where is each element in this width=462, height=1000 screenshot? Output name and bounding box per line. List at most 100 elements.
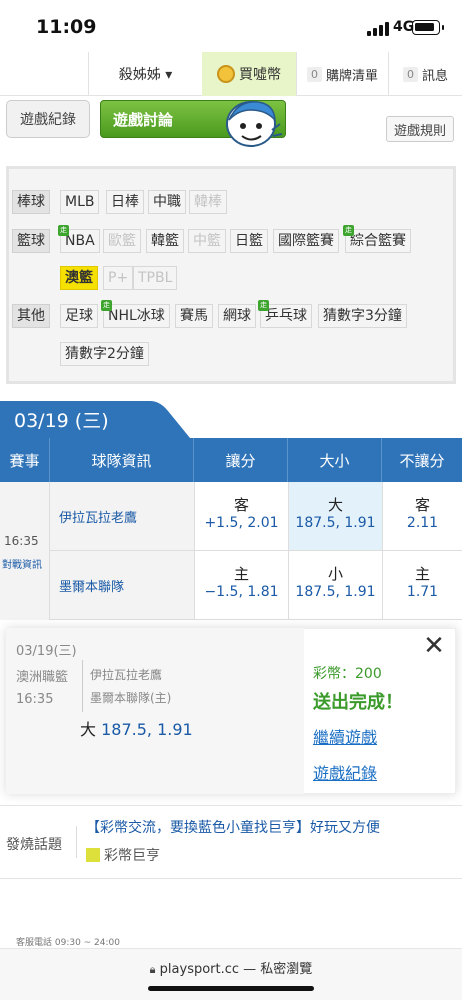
popup-divider: [82, 660, 83, 712]
category-mlb[interactable]: MLB: [60, 190, 100, 214]
hot-topic-author[interactable]: 彩幣巨亨: [104, 845, 160, 865]
category-guess-3min[interactable]: 猜數字3分鐘: [318, 304, 407, 328]
odds-spread-away[interactable]: 客 +1.5, 2.01: [194, 482, 288, 551]
category-nhl[interactable]: 走 NHL冰球: [101, 300, 170, 328]
hot-topic-divider: [76, 826, 77, 858]
odds-value: 187.5, 1.91: [295, 515, 376, 531]
category-kbl[interactable]: 韓籃: [146, 229, 184, 253]
odds-label: 大: [327, 496, 343, 514]
odds-value: 187.5, 1.91: [295, 584, 376, 600]
category-intl-basketball[interactable]: 國際籃賽: [273, 229, 339, 253]
odds-label: 主: [233, 565, 249, 583]
popup-pick-label: 大: [80, 720, 97, 739]
odds-label: 小: [327, 565, 343, 583]
odds-label: 客: [414, 496, 430, 514]
status-time: 11:09: [36, 16, 97, 38]
user-menu-label: 殺姊姊 ▾: [118, 67, 173, 83]
live-badge: 走: [58, 225, 69, 236]
match-time: 16:35: [4, 534, 39, 548]
lock-icon: 🔒︎: [149, 963, 156, 976]
browser-url-label: playsport.cc — 私密瀏覽: [159, 962, 313, 977]
popup-pick: 大 187.5, 1.91: [80, 716, 193, 740]
odds-label: 主: [414, 565, 430, 583]
cart-count: 0: [306, 66, 322, 82]
coin-balance: 彩幣：200: [313, 666, 382, 682]
odds-total-under[interactable]: 小 187.5, 1.91: [288, 551, 382, 620]
odds-total-over[interactable]: 大 187.5, 1.91: [288, 482, 382, 551]
hot-topic-label: 發燒話題: [6, 837, 62, 853]
header-moneyline: 不讓分: [399, 451, 445, 470]
popup-date: 03/19(三): [16, 644, 77, 659]
category-tpbl[interactable]: TPBL: [133, 266, 178, 290]
continue-game-link[interactable]: 繼續遊戲: [313, 724, 377, 748]
popup-league: 澳洲職籃: [16, 670, 69, 685]
home-indicator: [148, 986, 314, 991]
messages-label: 訊息: [421, 68, 448, 84]
category-table-tennis-label: 乒乓球: [265, 308, 307, 324]
game-rules-button[interactable]: 遊戲規則: [386, 116, 454, 142]
team-home[interactable]: 墨爾本聯隊: [50, 551, 194, 620]
browser-url[interactable]: 🔒︎ playsport.cc — 私密瀏覽: [0, 958, 462, 977]
category-table-tennis[interactable]: 走 乒乓球: [258, 300, 312, 328]
close-icon[interactable]: ✕: [416, 630, 452, 662]
buy-coins-button[interactable]: 買噓幣: [202, 52, 296, 96]
team-home-label: 墨爾本聯隊: [59, 579, 125, 595]
header-team-info: 球隊資訊: [50, 438, 194, 482]
messages-link[interactable]: 0 訊息: [388, 52, 462, 96]
odds-value: −1.5, 1.81: [204, 584, 279, 600]
submit-success: 送出完成！: [313, 692, 403, 713]
buy-coins-label: 買噓幣: [239, 67, 281, 83]
team-away[interactable]: 伊拉瓦拉老鷹: [50, 482, 194, 551]
header-spread: 讓分: [194, 438, 288, 482]
odds-value: +1.5, 2.01: [204, 515, 279, 531]
header-total: 大小: [288, 438, 382, 482]
odds-moneyline-home[interactable]: 主 1.71: [382, 551, 462, 620]
popup-home-team: 墨爾本聯隊(主): [90, 691, 172, 705]
popup-pick-odds: 187.5, 1.91: [101, 720, 193, 739]
odds-label: 客: [233, 496, 249, 514]
category-soccer[interactable]: 足球: [60, 304, 98, 328]
category-npb[interactable]: 日棒: [106, 190, 144, 214]
category-nba-label: NBA: [65, 233, 95, 249]
category-mixed-basketball[interactable]: 走 綜合籃賽: [343, 225, 411, 253]
category-heading-other: 其他: [12, 304, 50, 328]
category-euroleague[interactable]: 歐籃: [103, 229, 141, 253]
signal-icon: [367, 22, 389, 36]
category-mixed-basketball-label: 綜合籃賽: [350, 233, 406, 249]
game-record-tab[interactable]: 遊戲紀錄: [6, 100, 90, 138]
hot-topic-title[interactable]: 【彩幣交流，要換藍色小童找巨亨】好玩又方便: [86, 817, 380, 837]
category-cpbl[interactable]: 中職: [148, 190, 186, 214]
category-heading-baseball: 棒球: [12, 190, 50, 214]
category-pplus[interactable]: P+: [103, 266, 134, 290]
cart-label: 購牌清單: [325, 68, 378, 84]
category-nhl-label: NHL冰球: [108, 308, 165, 324]
category-bleague[interactable]: 日籃: [230, 229, 268, 253]
cart-link[interactable]: 0 購牌清單: [296, 52, 388, 96]
team-away-label: 伊拉瓦拉老鷹: [59, 510, 138, 526]
header-match: 賽事: [0, 438, 50, 482]
match-info-link[interactable]: 對戰資訊: [2, 556, 42, 571]
category-guess-2min[interactable]: 猜數字2分鐘: [60, 342, 149, 366]
service-hours: 客服電話 09:30 ~ 24:00: [16, 938, 120, 948]
live-badge: 走: [101, 300, 112, 311]
category-nbl[interactable]: 澳籃: [60, 266, 98, 290]
coin-icon: [217, 65, 235, 83]
category-kbo[interactable]: 韓棒: [189, 190, 227, 214]
category-cba[interactable]: 中籃: [188, 229, 226, 253]
game-record-link[interactable]: 遊戲紀錄: [313, 760, 377, 784]
user-menu[interactable]: 殺姊姊 ▾: [88, 52, 202, 96]
live-badge: 走: [258, 300, 269, 311]
odds-moneyline-away[interactable]: 客 2.11: [382, 482, 462, 551]
popup-away-team: 伊拉瓦拉老鷹: [90, 668, 163, 682]
odds-value: 1.71: [406, 584, 439, 600]
battery-icon: [412, 20, 444, 35]
odds-spread-home[interactable]: 主 −1.5, 1.81: [194, 551, 288, 620]
category-tennis[interactable]: 網球: [218, 304, 256, 328]
match-cell: [0, 482, 50, 620]
category-horse-racing[interactable]: 賽馬: [175, 304, 213, 328]
odds-value: 2.11: [406, 515, 439, 531]
live-badge: 走: [343, 225, 354, 236]
messages-count: 0: [402, 66, 418, 82]
category-nba[interactable]: 走 NBA: [58, 225, 100, 253]
date-label: 03/19 (三): [14, 410, 109, 432]
